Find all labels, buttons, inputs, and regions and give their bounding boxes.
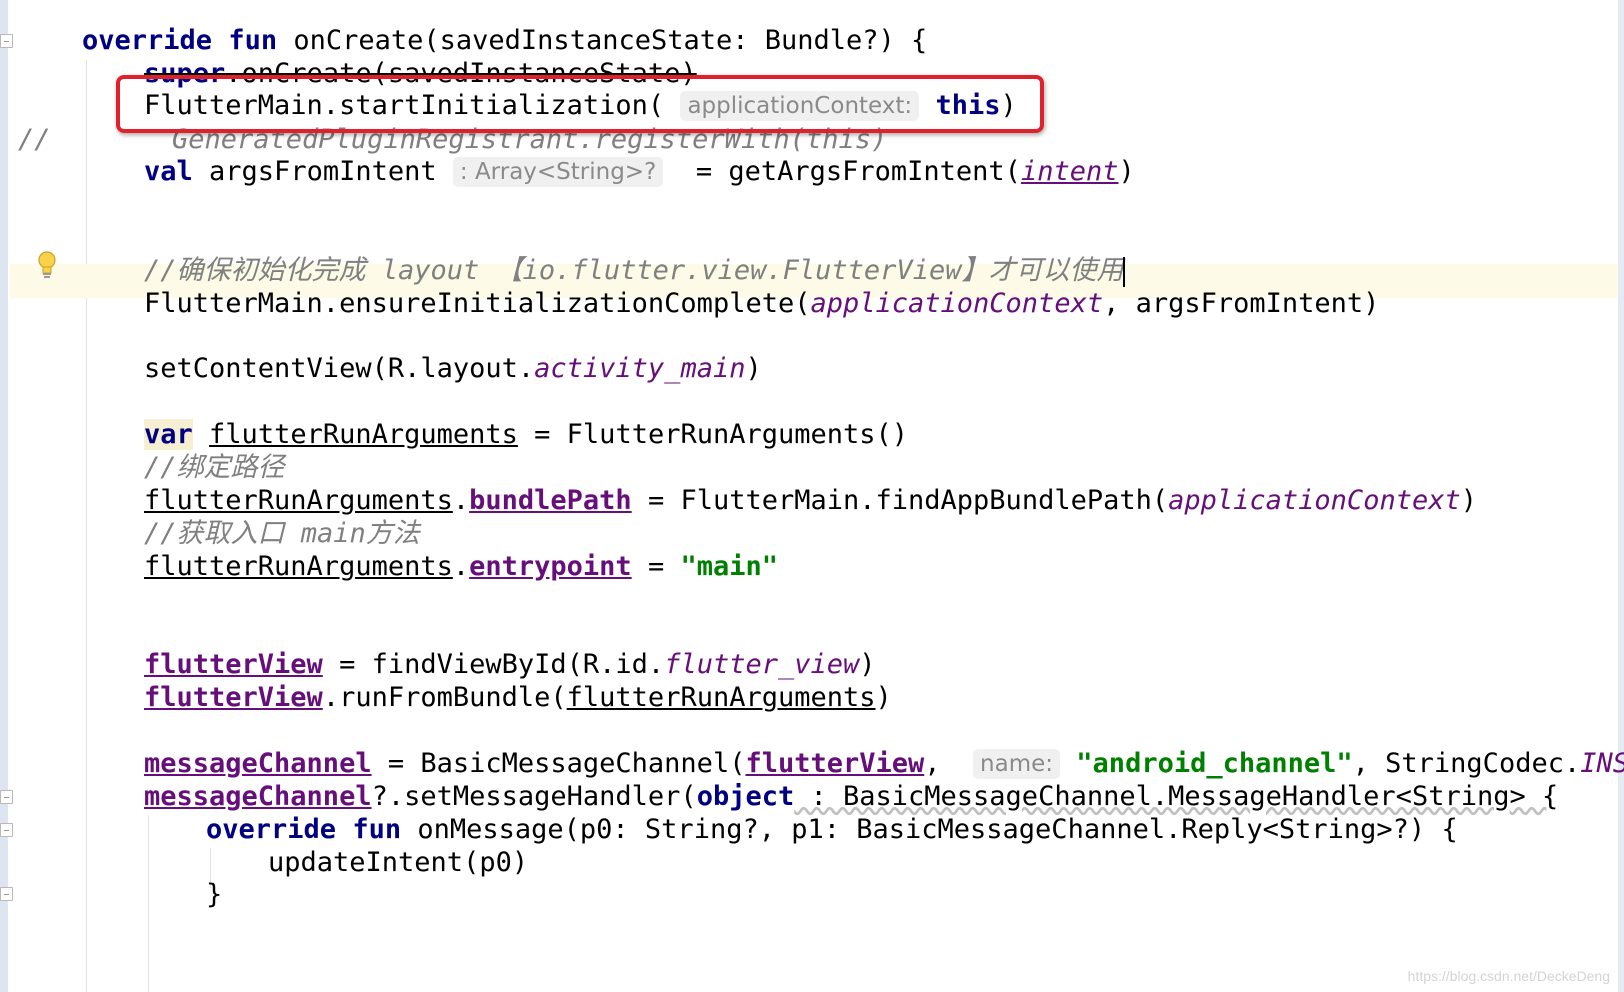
- fold-marker-icon[interactable]: [0, 887, 13, 901]
- comment: //获取入口 main方法: [144, 518, 420, 549]
- property: flutterView: [745, 748, 925, 779]
- keyword: override: [82, 25, 213, 56]
- code-text: , argsFromIntent): [1103, 288, 1380, 319]
- keyword: var: [144, 419, 193, 450]
- italic-ref: intent: [1020, 156, 1119, 187]
- code-text: ): [859, 649, 876, 680]
- variable: flutterRunArguments: [144, 551, 453, 582]
- code-text: ,: [924, 748, 957, 779]
- watermark: https://blog.csdn.net/DeckeDeng: [1407, 968, 1610, 984]
- code-text: = getArgsFromIntent(: [679, 156, 1021, 187]
- code-editor[interactable]: override fun onCreate(savedInstanceState…: [0, 0, 1624, 992]
- code-text: = BasicMessageChannel(: [371, 748, 746, 779]
- fold-marker-icon[interactable]: [0, 823, 13, 837]
- property: flutterView: [144, 682, 323, 713]
- property: bundlePath: [469, 485, 632, 516]
- code-text: : BasicMessageChannel.MessageHandler<Str…: [794, 781, 1559, 812]
- code-line-4[interactable]: //: [18, 123, 51, 157]
- indent-guide: [86, 60, 87, 992]
- keyword: object: [696, 781, 795, 812]
- code-line-18[interactable]: override fun onMessage(p0: String?, p1: …: [206, 813, 1458, 847]
- code-text: ): [1118, 156, 1135, 187]
- code-line-5[interactable]: val argsFromIntent : Array<String>? = ge…: [144, 155, 1135, 189]
- property: flutterView: [144, 649, 323, 680]
- code-text: setContentView(R.layout.: [144, 353, 535, 384]
- code-text: ): [1460, 485, 1477, 516]
- property: messageChannel: [144, 781, 372, 812]
- code-text: .: [452, 551, 470, 582]
- keyword: val: [144, 156, 193, 187]
- variable: flutterRunArguments: [566, 682, 876, 713]
- code-text: = FlutterRunArguments(): [517, 419, 909, 450]
- type-hint: : Array<String>?: [452, 157, 664, 187]
- comment: //绑定路径: [144, 452, 285, 483]
- left-gutter-strip: [0, 0, 8, 992]
- code-line-11[interactable]: flutterRunArguments.bundlePath = Flutter…: [144, 484, 1477, 518]
- property: entrypoint: [469, 551, 632, 582]
- scrollbar-track[interactable]: [1618, 0, 1624, 992]
- highlight-annotation-box: [116, 75, 1044, 133]
- code-line-15[interactable]: flutterView.runFromBundle(flutterRunArgu…: [144, 681, 892, 715]
- fold-marker-icon[interactable]: [0, 790, 13, 804]
- code-text: ): [745, 353, 762, 384]
- property: messageChannel: [144, 748, 372, 779]
- text-caret: [1123, 256, 1126, 287]
- code-text: = FlutterMain.findAppBundlePath(: [631, 485, 1169, 516]
- italic-ref: applicationContext: [1168, 485, 1461, 516]
- string-literal: "android_channel": [1076, 748, 1353, 779]
- keyword: override: [206, 814, 337, 845]
- code-line-12[interactable]: //获取入口 main方法: [144, 517, 420, 551]
- code-line-14[interactable]: flutterView = findViewById(R.id.flutter_…: [144, 648, 876, 682]
- code-text: ): [875, 682, 892, 713]
- code-line-13[interactable]: flutterRunArguments.entrypoint = "main": [144, 550, 778, 584]
- variable: flutterRunArguments: [144, 485, 453, 516]
- code-line-10[interactable]: //绑定路径: [144, 451, 285, 485]
- code-text: = findViewById(R.id.: [322, 649, 665, 680]
- code-text: argsFromIntent: [192, 156, 437, 187]
- code-text: FlutterMain.ensureInitializationComplete…: [144, 288, 811, 319]
- code-text: ?.setMessageHandler(: [371, 781, 697, 812]
- code-text: onMessage(p0: String?, p1: BasicMessageC…: [401, 814, 1458, 845]
- code-line-20[interactable]: }: [206, 878, 222, 912]
- comment: 【io.flutter.view.FlutterView】: [495, 255, 989, 286]
- code-text: .runFromBundle(: [322, 682, 567, 713]
- code-line-7[interactable]: FlutterMain.ensureInitializationComplete…: [144, 287, 1379, 321]
- code-text: onCreate(savedInstanceState: Bundle?) {: [277, 25, 928, 56]
- parameter-hint: name:: [973, 749, 1061, 779]
- indent-guide: [148, 815, 149, 992]
- comment-prefix: //: [18, 124, 51, 155]
- italic-ref: INSTANCE: [1580, 748, 1624, 779]
- fold-marker-icon[interactable]: [0, 34, 13, 48]
- code-text: =: [631, 551, 681, 582]
- comment: 才可以使用: [988, 255, 1124, 286]
- keyword: fun: [228, 25, 278, 56]
- code-line-19[interactable]: updateIntent(p0): [268, 846, 528, 880]
- code-text: .: [452, 485, 470, 516]
- code-text: updateIntent(p0): [268, 847, 529, 878]
- code-line-16[interactable]: messageChannel = BasicMessageChannel(flu…: [144, 747, 1624, 781]
- comment: //确保初始化完成 layout: [144, 255, 496, 286]
- code-text: , StringCodec.: [1352, 748, 1581, 779]
- code-line-17[interactable]: messageChannel?.setMessageHandler(object…: [144, 780, 1558, 814]
- italic-ref: activity_main: [534, 353, 746, 384]
- keyword: fun: [352, 814, 402, 845]
- variable: flutterRunArguments: [209, 419, 518, 450]
- code-line-9[interactable]: var flutterRunArguments = FlutterRunArgu…: [144, 418, 908, 452]
- lightbulb-icon[interactable]: [36, 250, 58, 280]
- italic-ref: flutter_view: [664, 649, 860, 680]
- code-line-8[interactable]: setContentView(R.layout.activity_main): [144, 352, 762, 386]
- string-literal: "main": [680, 551, 779, 582]
- italic-ref: applicationContext: [810, 288, 1104, 319]
- code-text: }: [206, 879, 223, 910]
- code-line-6[interactable]: //确保初始化完成 layout 【io.flutter.view.Flutte…: [144, 254, 1126, 288]
- code-line-1[interactable]: override fun onCreate(savedInstanceState…: [82, 24, 927, 58]
